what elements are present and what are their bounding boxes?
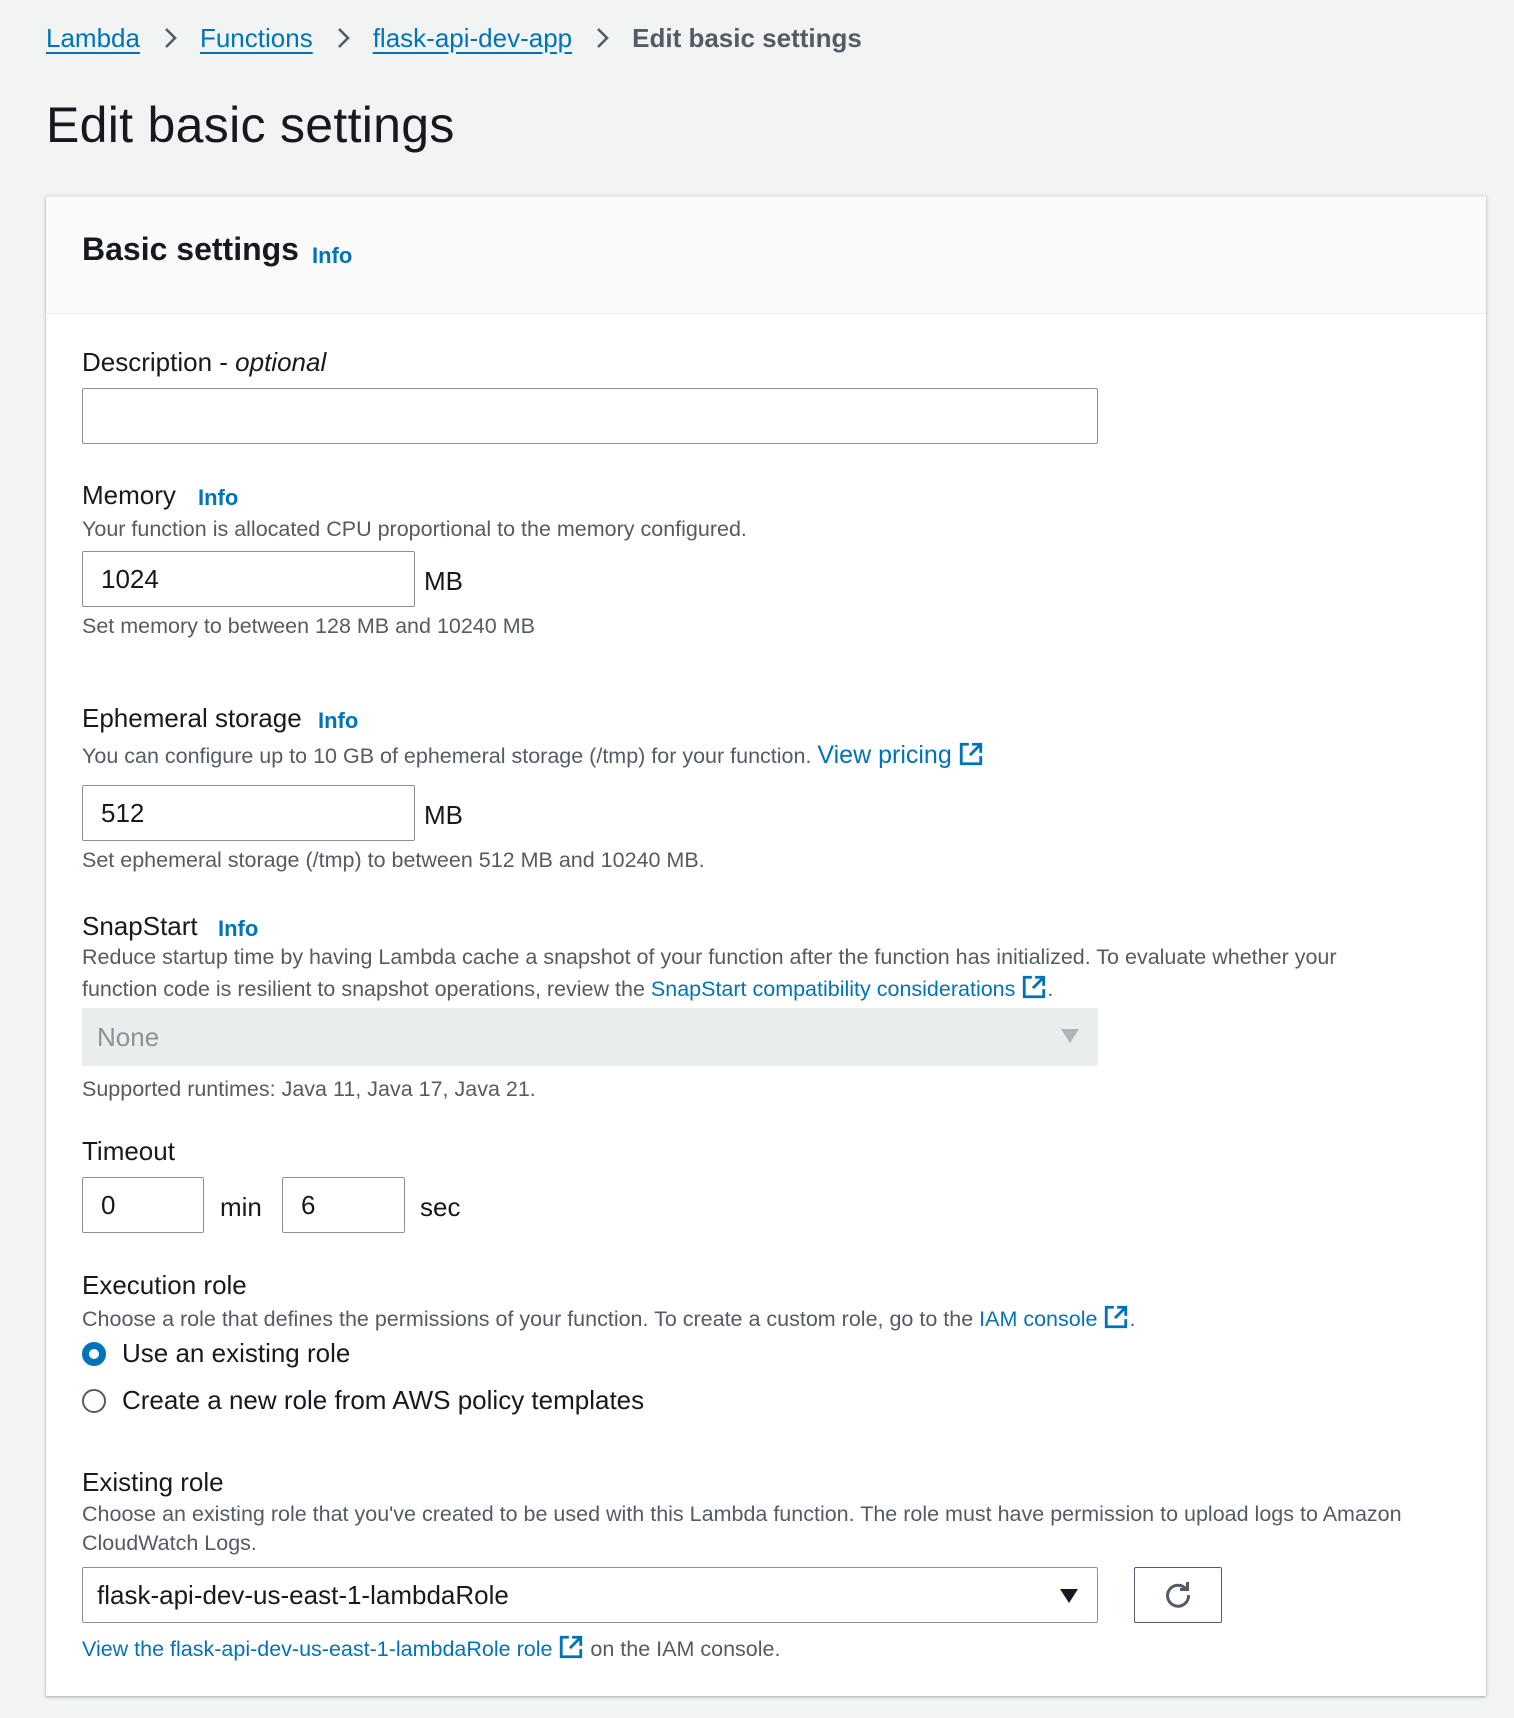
panel-info-link[interactable]: Info bbox=[312, 243, 352, 269]
radio-button-unchecked[interactable] bbox=[82, 1388, 106, 1413]
snapstart-select: None bbox=[82, 1008, 1098, 1066]
ephemeral-storage-hint: Set ephemeral storage (/tmp) to between … bbox=[82, 848, 705, 872]
memory-hint: Set memory to between 128 MB and 10240 M… bbox=[82, 614, 535, 638]
memory-label: Memory bbox=[82, 480, 176, 510]
memory-input[interactable]: 1024 bbox=[82, 551, 415, 607]
memory-info-link[interactable]: Info bbox=[198, 485, 238, 511]
view-role-trailing: on the IAM console. bbox=[584, 1637, 781, 1661]
snapstart-select-value: None bbox=[97, 1021, 160, 1052]
basic-settings-panel: Basic settings Info Description - option… bbox=[46, 196, 1486, 1696]
snapstart-hint: Supported runtimes: Java 11, Java 17, Ja… bbox=[82, 1077, 536, 1101]
timeout-label: Timeout bbox=[82, 1136, 175, 1166]
chevron-right-icon bbox=[165, 28, 177, 48]
refresh-roles-button[interactable] bbox=[1134, 1567, 1222, 1623]
panel-header: Basic settings Info bbox=[46, 197, 1486, 314]
radio-button-checked[interactable] bbox=[82, 1341, 106, 1366]
memory-unit: MB bbox=[424, 566, 463, 596]
external-link-icon[interactable] bbox=[1103, 1304, 1129, 1330]
snapstart-label: SnapStart bbox=[82, 911, 198, 941]
refresh-icon bbox=[1166, 1582, 1191, 1608]
external-link-icon[interactable] bbox=[558, 1634, 584, 1660]
timeout-sec-unit: sec bbox=[420, 1192, 461, 1222]
snapstart-trailing: . bbox=[1047, 977, 1054, 1001]
caret-down-icon bbox=[1060, 1589, 1078, 1603]
existing-role-select[interactable]: flask-api-dev-us-east-1-lambdaRole bbox=[82, 1567, 1098, 1623]
ephemeral-storage-input[interactable]: 512 bbox=[82, 785, 415, 841]
snapstart-description-text: function code is resilient to snapshot o… bbox=[82, 977, 651, 1001]
ephemeral-storage-description-text: You can configure up to 10 GB of ephemer… bbox=[82, 744, 818, 768]
execution-role-trailing: . bbox=[1129, 1307, 1136, 1331]
existing-role-description-line2: CloudWatch Logs. bbox=[82, 1531, 257, 1555]
breadcrumb: Lambda Functions flask-api-dev-app Edit … bbox=[46, 20, 862, 56]
ephemeral-storage-info-link[interactable]: Info bbox=[318, 708, 358, 734]
view-role-link[interactable]: View the flask-api-dev-us-east-1-lambdaR… bbox=[82, 1637, 552, 1661]
description-label: Description - optional bbox=[82, 347, 326, 378]
radio-create-new-role-label: Create a new role from AWS policy templa… bbox=[122, 1385, 645, 1415]
ephemeral-storage-label: Ephemeral storage bbox=[82, 703, 302, 733]
execution-role-description: Choose a role that defines the permissio… bbox=[82, 1304, 1135, 1332]
timeout-sec-input[interactable]: 6 bbox=[282, 1177, 405, 1233]
breadcrumb-function-link[interactable]: flask-api-dev-app bbox=[373, 23, 572, 54]
snapstart-compatibility-link[interactable]: SnapStart compatibility considerations bbox=[651, 977, 1016, 1001]
description-input[interactable] bbox=[82, 388, 1098, 444]
view-pricing-link[interactable]: View pricing bbox=[817, 741, 951, 769]
snapstart-description-line2: function code is resilient to snapshot o… bbox=[82, 974, 1053, 1002]
timeout-min-unit: min bbox=[220, 1192, 262, 1222]
existing-role-select-value: flask-api-dev-us-east-1-lambdaRole bbox=[97, 1579, 509, 1610]
chevron-right-icon bbox=[597, 28, 609, 48]
breadcrumb-current: Edit basic settings bbox=[632, 22, 862, 53]
snapstart-info-link[interactable]: Info bbox=[218, 916, 258, 942]
breadcrumb-lambda-link[interactable]: Lambda bbox=[46, 23, 140, 54]
execution-role-label: Execution role bbox=[82, 1270, 247, 1300]
snapstart-description-line1: Reduce startup time by having Lambda cac… bbox=[82, 945, 1337, 969]
ephemeral-storage-unit: MB bbox=[424, 800, 463, 830]
page-title: Edit basic settings bbox=[46, 97, 455, 153]
radio-create-new-role[interactable]: Create a new role from AWS policy templa… bbox=[82, 1385, 644, 1416]
external-link-icon[interactable] bbox=[1021, 974, 1047, 1000]
execution-role-description-text: Choose a role that defines the permissio… bbox=[82, 1307, 980, 1331]
caret-down-icon bbox=[1061, 1029, 1079, 1043]
chevron-right-icon bbox=[337, 28, 350, 48]
view-role-line: View the flask-api-dev-us-east-1-lambdaR… bbox=[82, 1634, 780, 1662]
existing-role-description-line1: Choose an existing role that you've crea… bbox=[82, 1502, 1402, 1526]
ephemeral-storage-description: You can configure up to 10 GB of ephemer… bbox=[82, 741, 984, 770]
panel-title: Basic settings bbox=[82, 231, 299, 267]
description-label-text: Description - bbox=[82, 347, 236, 377]
memory-description: Your function is allocated CPU proportio… bbox=[82, 517, 747, 541]
existing-role-label: Existing role bbox=[82, 1467, 224, 1497]
description-optional: optional bbox=[235, 347, 327, 377]
timeout-min-input[interactable]: 0 bbox=[82, 1177, 204, 1233]
breadcrumb-functions-link[interactable]: Functions bbox=[200, 23, 313, 54]
external-link-icon[interactable] bbox=[958, 741, 984, 767]
radio-use-existing-role-label: Use an existing role bbox=[122, 1338, 351, 1368]
iam-console-link[interactable]: IAM console bbox=[979, 1307, 1097, 1331]
radio-use-existing-role[interactable]: Use an existing role bbox=[82, 1338, 350, 1369]
